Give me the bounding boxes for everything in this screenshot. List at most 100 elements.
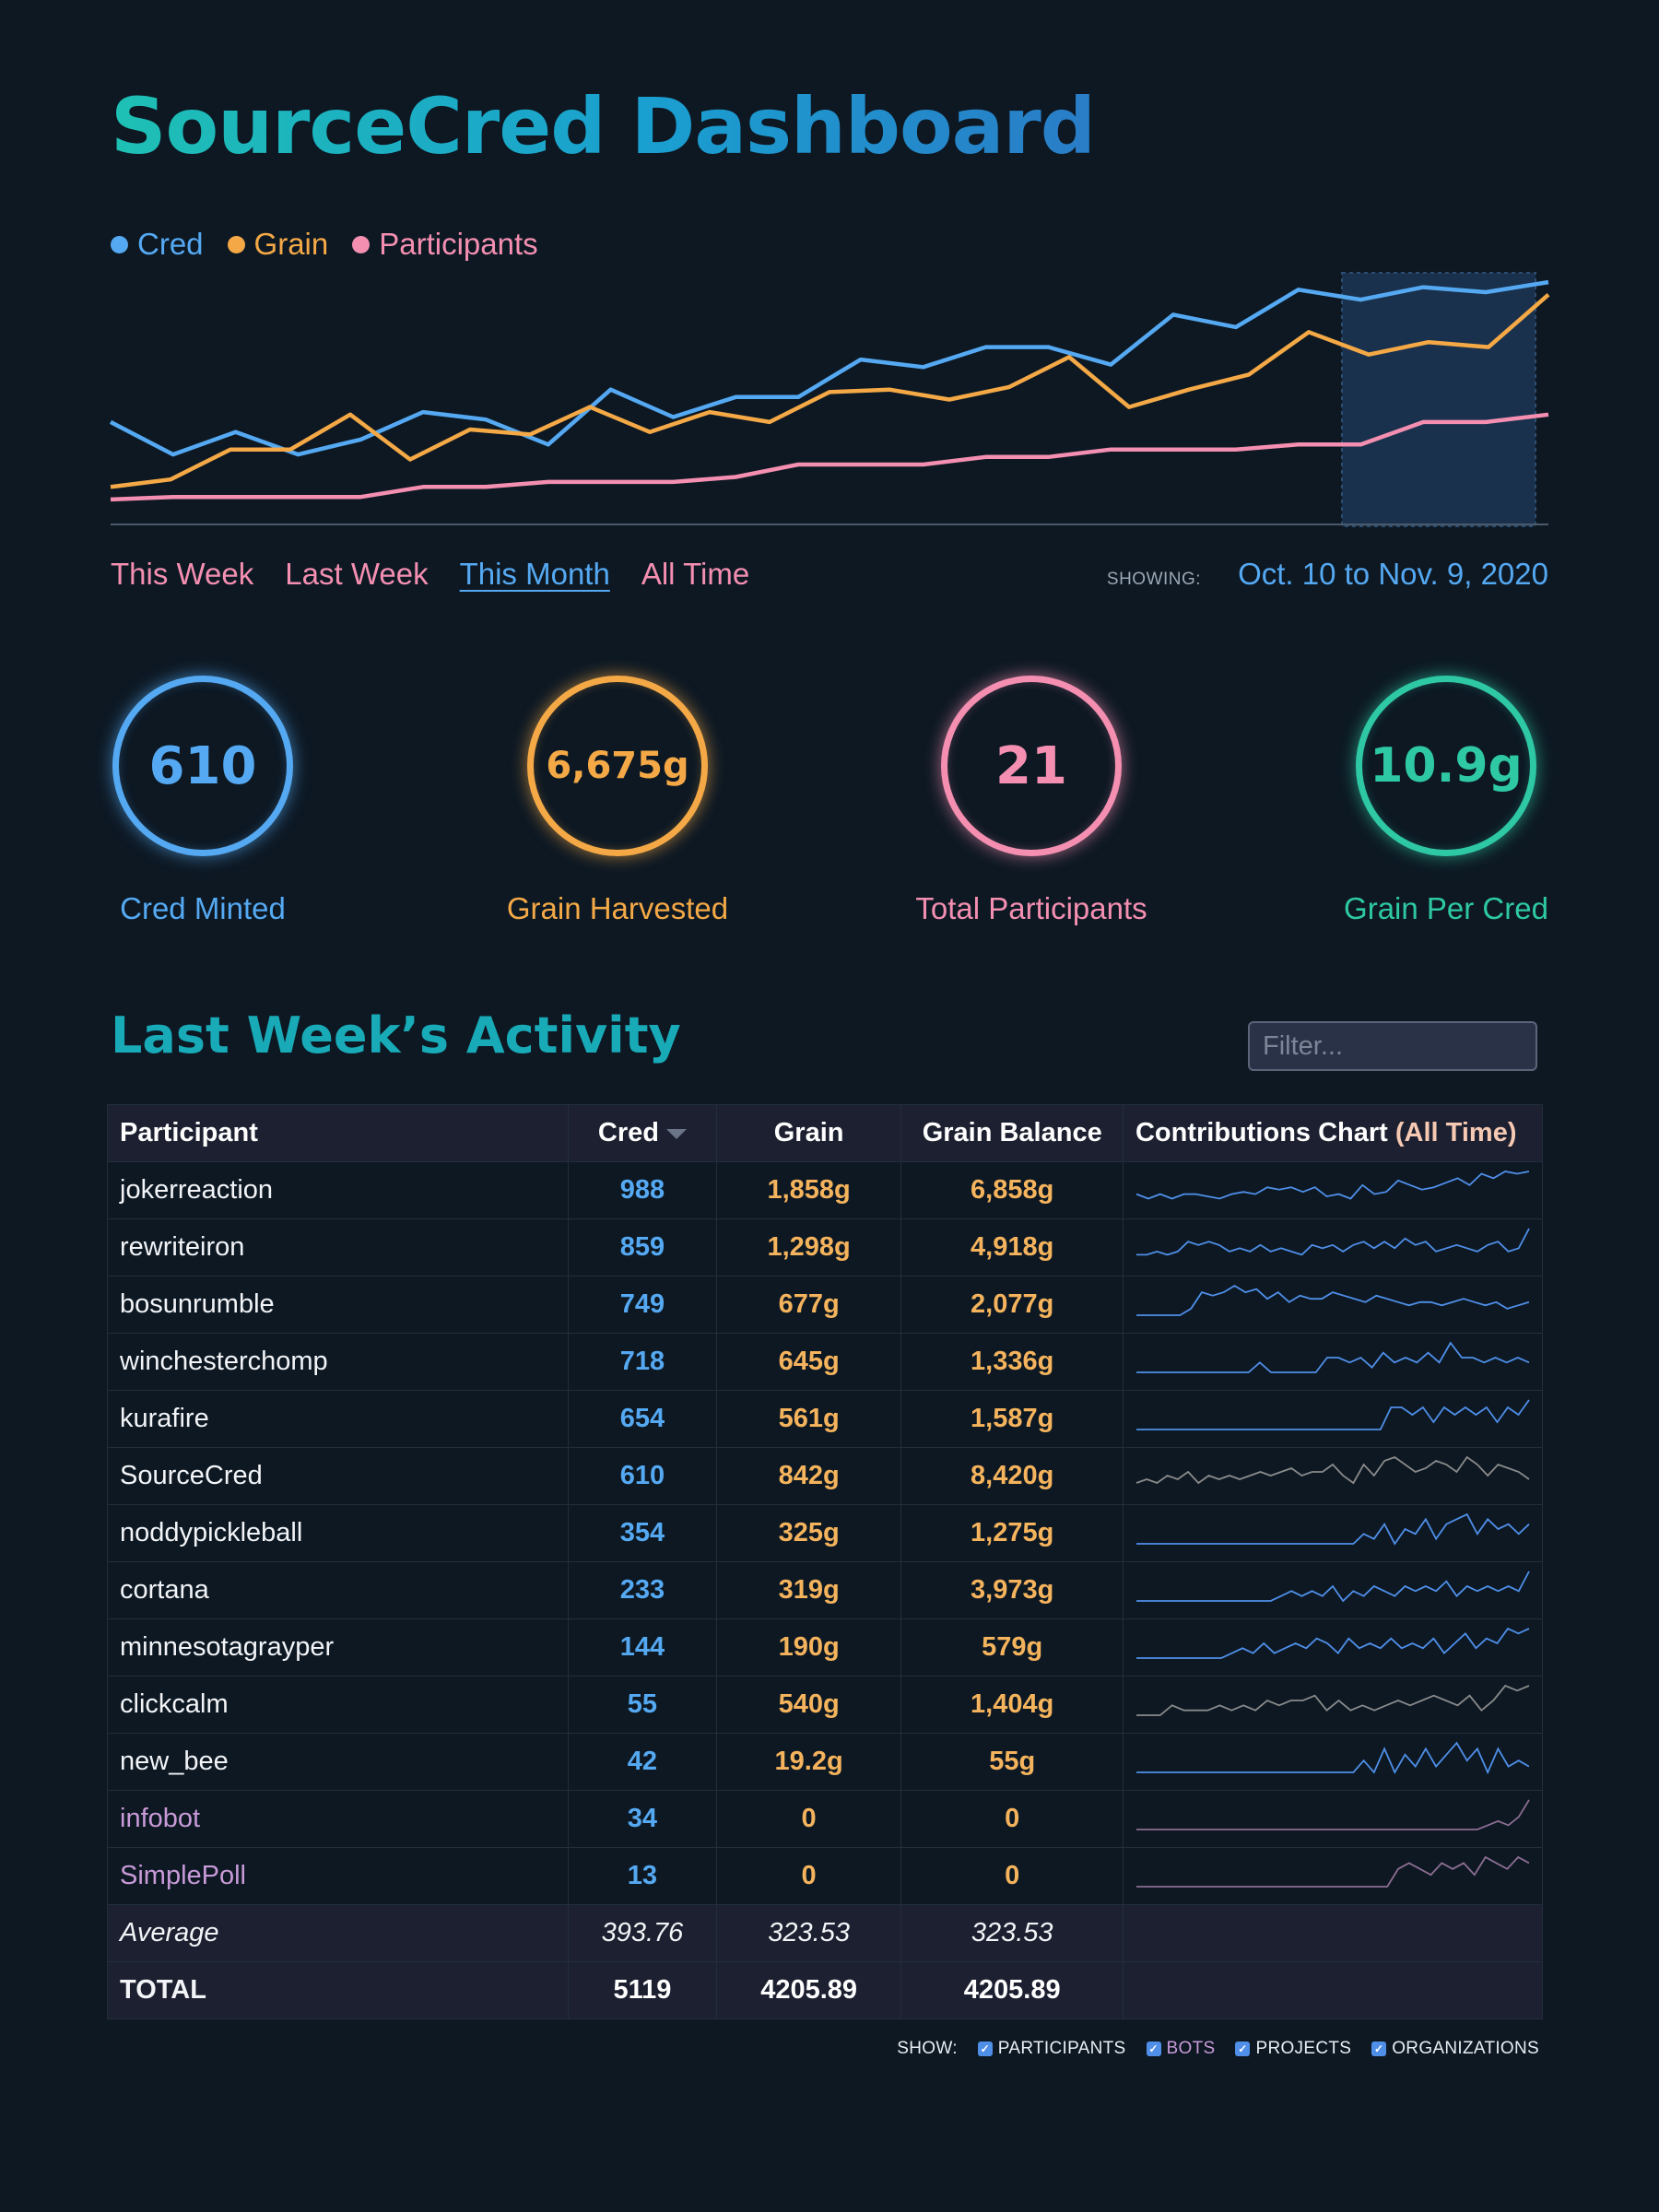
participant-name[interactable]: minnesotagrayper — [106, 1618, 570, 1677]
sparkline-path — [1135, 1571, 1530, 1602]
range-last-week[interactable]: Last Week — [285, 557, 428, 592]
contributions-sparkline — [1135, 1684, 1530, 1716]
show-organizations-checkbox[interactable]: ✓ ORGANIZATIONS — [1371, 2039, 1539, 2059]
sparkline-path — [1135, 1627, 1530, 1659]
cred-value: 34 — [568, 1790, 717, 1848]
col-participant-label: Participant — [120, 1118, 258, 1147]
grain-value: 1,298g — [715, 1218, 902, 1277]
col-grain[interactable]: Grain — [715, 1104, 902, 1162]
table-row[interactable]: kurafire 654 561g 1,587g — [106, 1390, 1544, 1448]
cred-value: 55 — [568, 1676, 717, 1734]
range-brush[interactable] — [1341, 272, 1536, 527]
grain-balance-value: 4,918g — [900, 1218, 1124, 1277]
total-balance: 4205.89 — [900, 1961, 1124, 2019]
range-this-month[interactable]: This Month — [460, 557, 610, 592]
participant-name[interactable]: rewriteiron — [106, 1218, 570, 1277]
contributions-sparkline-cell — [1122, 1847, 1544, 1905]
table-row[interactable]: SimplePoll 13 0 0 — [106, 1847, 1544, 1905]
show-bots-label: BOTS — [1166, 2039, 1216, 2058]
legend-item-participants[interactable]: Participants — [352, 227, 538, 262]
col-participant[interactable]: Participant — [106, 1104, 570, 1162]
table-row[interactable]: rewriteiron 859 1,298g 4,918g — [106, 1218, 1544, 1277]
col-chart-suffix: (All Time) — [1394, 1118, 1517, 1147]
sparkline-path — [1135, 1398, 1530, 1430]
participant-name[interactable]: new_bee — [106, 1733, 570, 1791]
contributions-sparkline-cell — [1122, 1390, 1544, 1448]
table-row[interactable]: minnesotagrayper 144 190g 579g — [106, 1618, 1544, 1677]
col-cred[interactable]: Cred — [568, 1104, 717, 1162]
participant-name[interactable]: SimplePoll — [106, 1847, 570, 1905]
legend-item-grain[interactable]: Grain — [227, 227, 328, 262]
col-grain-label: Grain — [773, 1118, 844, 1147]
stat-grain-harvested: 6,675g Grain Harvested — [479, 676, 756, 926]
table-row[interactable]: bosunrumble 749 677g 2,077g — [106, 1276, 1544, 1334]
contributions-sparkline-cell — [1122, 1504, 1544, 1562]
legend-label-participants: Participants — [379, 227, 538, 261]
range-this-week[interactable]: This Week — [111, 557, 253, 592]
activity-table: Participant Cred Grain Grain Balance Con… — [106, 1104, 1544, 2019]
cred-value: 749 — [568, 1276, 717, 1334]
participant-name[interactable]: infobot — [106, 1790, 570, 1848]
participant-name[interactable]: cortana — [106, 1561, 570, 1619]
participant-name[interactable]: bosunrumble — [106, 1276, 570, 1334]
average-cred: 393.76 — [568, 1904, 717, 1962]
checkbox-checked-icon[interactable]: ✓ — [977, 2041, 993, 2056]
legend-item-cred[interactable]: Cred — [111, 227, 204, 262]
checkbox-checked-icon[interactable]: ✓ — [1371, 2041, 1387, 2056]
grain-value: 842g — [715, 1447, 902, 1505]
table-row[interactable]: clickcalm 55 540g 1,404g — [106, 1676, 1544, 1734]
grain-balance-value: 6,858g — [900, 1161, 1124, 1219]
sparkline-path — [1135, 1684, 1530, 1716]
activity-title: Last Week’s Activity — [111, 1006, 681, 1065]
range-all-time[interactable]: All Time — [641, 557, 749, 592]
grain-balance-value: 0 — [900, 1790, 1124, 1848]
show-participants-checkbox[interactable]: ✓ PARTICIPANTS — [977, 2039, 1126, 2059]
contributions-sparkline — [1135, 1398, 1530, 1430]
table-row[interactable]: jokerreaction 988 1,858g 6,858g — [106, 1161, 1544, 1219]
table-row[interactable]: cortana 233 319g 3,973g — [106, 1561, 1544, 1619]
table-row[interactable]: noddypickleball 354 325g 1,275g — [106, 1504, 1544, 1562]
participant-name[interactable]: winchesterchomp — [106, 1333, 570, 1391]
sort-desc-icon[interactable] — [665, 1128, 687, 1139]
col-balance-label: Grain Balance — [922, 1118, 1102, 1147]
show-projects-checkbox[interactable]: ✓ PROJECTS — [1235, 2039, 1351, 2059]
contributions-sparkline — [1135, 1740, 1530, 1774]
show-participants-label: PARTICIPANTS — [997, 2039, 1126, 2058]
contributions-sparkline — [1135, 1340, 1530, 1373]
table-row[interactable]: infobot 34 0 0 — [106, 1790, 1544, 1848]
show-bots-checkbox[interactable]: ✓ BOTS — [1146, 2039, 1216, 2059]
contributions-sparkline-cell — [1122, 1333, 1544, 1391]
table-row[interactable]: SourceCred 610 842g 8,420g — [106, 1447, 1544, 1505]
sparkline-path — [1135, 1799, 1530, 1830]
participant-name[interactable]: SourceCred — [106, 1447, 570, 1505]
grain-value: 1,858g — [715, 1161, 902, 1219]
col-contributions-chart[interactable]: Contributions Chart (All Time) — [1122, 1104, 1544, 1162]
grain-value: 645g — [715, 1333, 902, 1391]
grain-balance-value: 1,275g — [900, 1504, 1124, 1562]
participant-name[interactable]: jokerreaction — [106, 1161, 570, 1219]
grain-balance-value: 2,077g — [900, 1276, 1124, 1334]
contributions-sparkline — [1135, 1855, 1530, 1888]
show-filters: SHOW: ✓ PARTICIPANTS ✓ BOTS ✓ PROJECTS ✓ ORG… — [897, 2039, 1539, 2059]
sparkline-path — [1135, 1284, 1530, 1316]
legend-dot-participants — [352, 235, 371, 253]
sparkline-path — [1135, 1170, 1530, 1200]
checkbox-checked-icon[interactable]: ✓ — [1146, 2041, 1161, 2056]
total-empty — [1122, 1961, 1544, 2019]
sparkline-path — [1135, 1855, 1530, 1888]
participant-name[interactable]: noddypickleball — [106, 1504, 570, 1562]
participant-name[interactable]: kurafire — [106, 1390, 570, 1448]
checkbox-checked-icon[interactable]: ✓ — [1235, 2041, 1251, 2056]
table-row[interactable]: new_bee 42 19.2g 55g — [106, 1733, 1544, 1791]
grain-value: 190g — [715, 1618, 902, 1677]
timeline-chart[interactable] — [107, 267, 1552, 531]
date-range-display: SHOWING: Oct. 10 to Nov. 9, 2020 — [1107, 557, 1548, 592]
grain-value: 561g — [715, 1390, 902, 1448]
average-balance: 323.53 — [900, 1904, 1124, 1962]
table-row[interactable]: winchesterchomp 718 645g 1,336g — [106, 1333, 1544, 1391]
participant-name[interactable]: clickcalm — [106, 1676, 570, 1734]
series-line-grain — [110, 293, 1550, 489]
col-grain-balance[interactable]: Grain Balance — [900, 1104, 1124, 1162]
showing-label: SHOWING: — [1106, 570, 1202, 589]
filter-input[interactable] — [1248, 1021, 1537, 1071]
